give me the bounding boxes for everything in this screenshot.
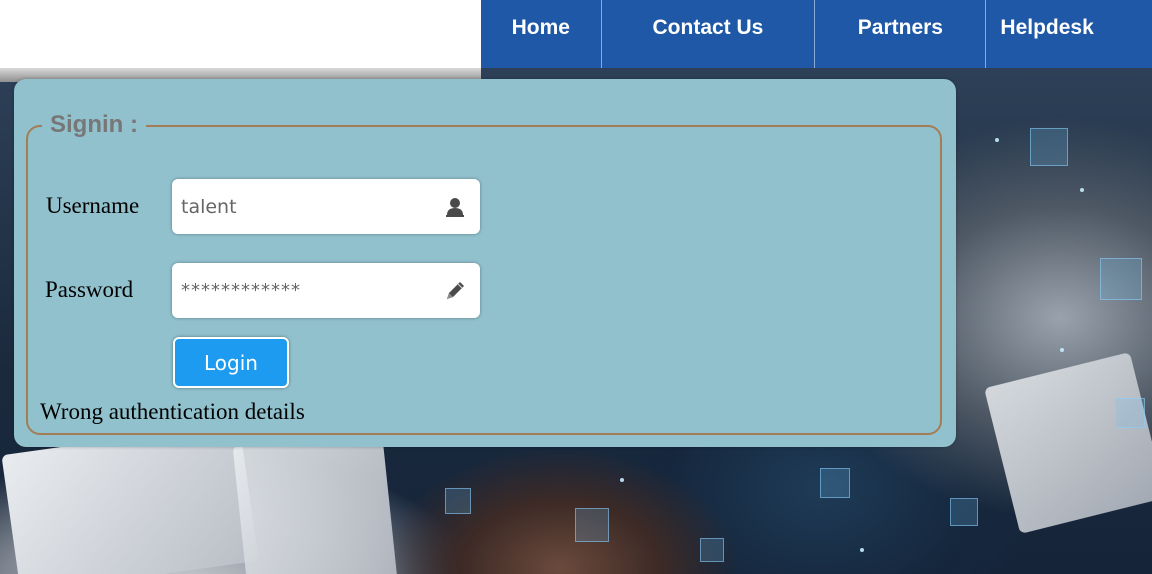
sparkle-dot [1060,348,1064,352]
password-label: Password [45,277,134,302]
glow-square [700,538,724,562]
auth-error-message: Wrong authentication details [40,399,305,424]
sparkle-dot [995,138,999,142]
sparkle-dot [1080,188,1084,192]
sparkle-dot [860,548,864,552]
nav-item-home[interactable]: Home [481,0,602,68]
pencil-icon [442,278,468,304]
tablet-mid-decoration [232,430,398,574]
tablet-right-decoration [984,352,1152,534]
sparkle-dot [620,478,624,482]
login-button[interactable]: Login [173,337,289,388]
username-value[interactable]: talent [181,196,442,218]
signin-fieldset [26,125,942,435]
glow-square [445,488,471,514]
user-icon [442,194,468,220]
signin-legend: Signin : [42,105,146,145]
signin-panel: Signin : Username talent Password ******… [14,79,956,447]
password-value[interactable]: ************ [181,280,442,301]
glow-square [950,498,978,526]
glow-square [575,508,609,542]
glow-square [1030,128,1068,166]
password-input[interactable]: ************ [172,263,480,318]
glow-square [1115,398,1145,428]
nav-item-partners[interactable]: Partners [815,0,987,68]
top-navigation: Home Contact Us Partners Helpdesk [481,0,1152,68]
nav-item-helpdesk[interactable]: Helpdesk [986,0,1152,68]
username-input[interactable]: talent [172,179,480,234]
nav-item-contact-us[interactable]: Contact Us [602,0,816,68]
username-label: Username [46,193,140,218]
glow-square [820,468,850,498]
glow-square [1100,258,1142,300]
page: Home Contact Us Partners Helpdesk Signin… [0,0,1152,574]
